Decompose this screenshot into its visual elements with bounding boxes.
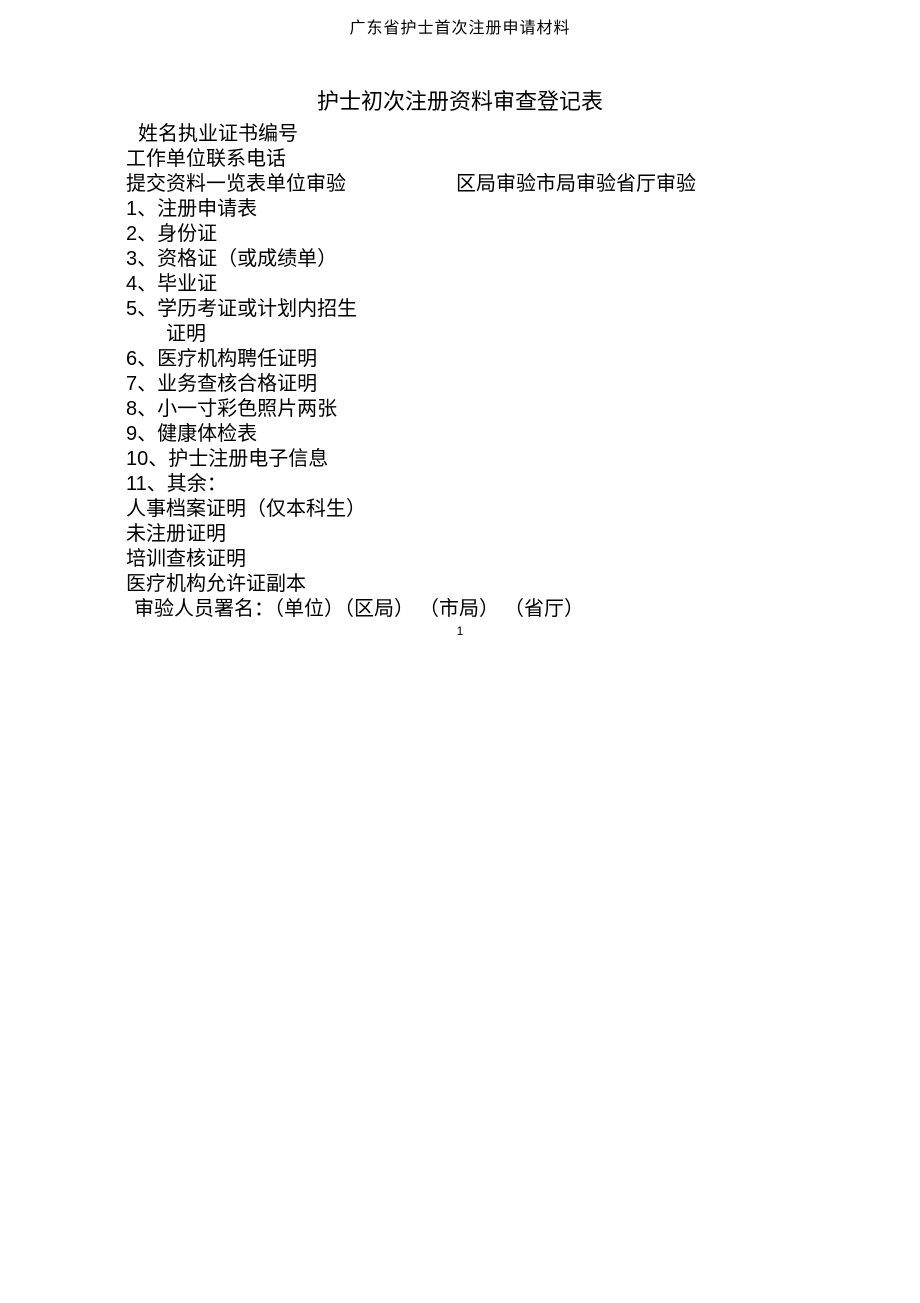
signature-district: （区局） (344, 598, 414, 620)
label-doc-list: 提交资料一览表 (126, 173, 266, 195)
item-3: 3、资格证（或成绩单） (126, 247, 920, 272)
extra-4: 医疗机构允许证副本 (126, 572, 920, 597)
item-11: 11、其余： (126, 472, 920, 497)
extra-2: 未注册证明 (126, 522, 920, 547)
signature-label: 审验人员署名： (134, 598, 274, 620)
label-unit-review: 单位审验 (266, 173, 346, 195)
page-header-title: 广东省护士首次注册申请材料 (0, 14, 920, 38)
signature-row: 审验人员署名：（单位）（区局） （市局） （省厅） (126, 597, 920, 622)
page-number: 1 (0, 624, 920, 638)
form-content: 姓名执业证书编号 工作单位联系电话 提交资料一览表单位审验 区局审验市局审验省厅… (126, 122, 920, 622)
signature-unit: （单位） (274, 598, 344, 620)
item-5: 5、学历考证或计划内招生 (126, 297, 920, 322)
label-city-review: 市局审验 (536, 173, 616, 195)
item-5-cont: 证明 (126, 322, 920, 347)
label-name: 姓名 (138, 123, 178, 145)
extra-1: 人事档案证明（仅本科生） (126, 497, 920, 522)
form-title: 护士初次注册资料审查登记表 (0, 84, 920, 116)
item-1: 1、注册申请表 (126, 197, 920, 222)
label-phone: 联系电话 (206, 148, 286, 170)
label-district-review: 区局审验 (456, 173, 536, 195)
item-6: 6、医疗机构聘任证明 (126, 347, 920, 372)
document-page: 广东省护士首次注册申请材料 护士初次注册资料审查登记表 姓名执业证书编号 工作单… (0, 0, 920, 1303)
item-10: 10、护士注册电子信息 (126, 447, 920, 472)
label-unit: 工作单位 (126, 148, 206, 170)
row-name-cert: 姓名执业证书编号 (126, 122, 920, 147)
item-7: 7、业务查核合格证明 (126, 372, 920, 397)
signature-city: （市局） (419, 598, 499, 620)
label-cert: 执业证书编号 (178, 123, 298, 145)
row-unit-phone: 工作单位联系电话 (126, 147, 920, 172)
item-4: 4、毕业证 (126, 272, 920, 297)
item-9: 9、健康体检表 (126, 422, 920, 447)
item-8: 8、小一寸彩色照片两张 (126, 397, 920, 422)
item-2: 2、身份证 (126, 222, 920, 247)
row-review-headers: 提交资料一览表单位审验 区局审验市局审验省厅审验 (126, 172, 920, 197)
label-province-review: 省厅审验 (616, 173, 696, 195)
extra-3: 培训查核证明 (126, 547, 920, 572)
signature-province: （省厅） (504, 598, 584, 620)
